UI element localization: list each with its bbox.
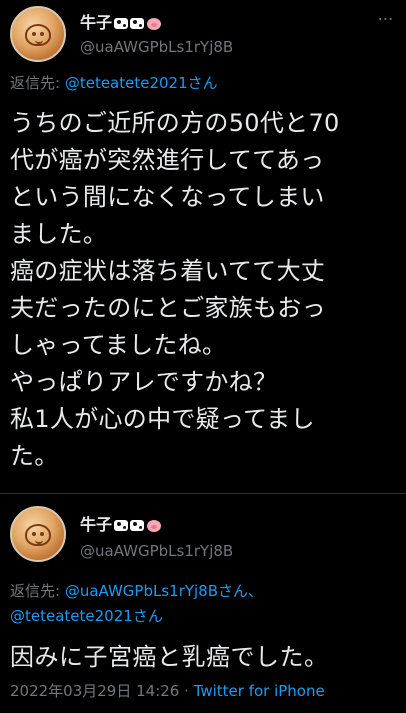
tweet-line: 夫だったのにとご家族もおっ (10, 294, 326, 322)
display-name-text: 牛子 (80, 515, 113, 534)
reply-context: 返信先: @uaAWGPbLs1rYj8Bさん、 (10, 580, 263, 601)
tweet-text: 因みに子宮癌と乳癌でした。 (10, 643, 329, 671)
reply-suffix: さん (187, 74, 218, 92)
tweet-line: しゃってましたね。 (10, 331, 227, 359)
more-options-icon[interactable]: ⋯ (376, 8, 396, 28)
timestamp[interactable]: 2022年03月29日 14:26 (10, 682, 179, 700)
cow-emoji-icon (130, 18, 145, 29)
reply-separator: さん、 (218, 582, 264, 600)
tweet-meta: 2022年03月29日 14:26 · Twitter for iPhone (10, 680, 325, 701)
reply-label: 返信先: (10, 74, 65, 92)
tweet-line: やっぱりアレですかね？ (10, 368, 278, 396)
display-name[interactable]: 牛子 (80, 511, 162, 535)
display-name-text: 牛子 (80, 13, 113, 32)
pig-emoji-icon (147, 519, 162, 532)
reply-label: 返信先: (10, 582, 65, 600)
tweet-line: という間になくなってしまい (10, 183, 325, 211)
avatar[interactable] (10, 6, 66, 62)
pig-emoji-icon (147, 17, 162, 30)
avatar-face-icon (25, 24, 51, 46)
tweet-line: うちのご近所の方の50代と70 (10, 109, 340, 137)
meta-separator: · (179, 682, 194, 700)
cow-emoji-icon (114, 18, 129, 29)
source-link[interactable]: Twitter for iPhone (194, 682, 325, 700)
tweet-line: た。 (10, 442, 59, 470)
tweet-line: 私1人が心の中で疑ってまし (10, 405, 315, 433)
user-handle[interactable]: @uaAWGPbLs1rYj8B (80, 38, 233, 56)
tweet-2[interactable]: 牛子 @uaAWGPbLs1rYj8B 返信先: @uaAWGPbLs1rYj8… (0, 494, 406, 713)
reply-suffix: さん (132, 607, 163, 625)
mention-link[interactable]: @uaAWGPbLs1rYj8B (65, 582, 218, 600)
mention-link[interactable]: @teteatete2021 (65, 74, 188, 92)
tweet-line: 代が癌が突然進行しててあっ (10, 146, 325, 174)
user-handle[interactable]: @uaAWGPbLs1rYj8B (80, 542, 233, 560)
tweet-1[interactable]: 牛子 @uaAWGPbLs1rYj8B ⋯ 返信先: @teteatete202… (0, 0, 406, 490)
avatar-face-icon (25, 524, 51, 546)
display-name[interactable]: 牛子 (80, 9, 162, 33)
tweet-line: ました。 (10, 220, 108, 248)
avatar[interactable] (10, 506, 66, 562)
cow-emoji-icon (114, 520, 129, 531)
mention-link[interactable]: @teteatete2021 (10, 607, 133, 625)
reply-context: 返信先: @teteatete2021さん (10, 72, 218, 93)
tweet-line: 癌の症状は落ち着いてて大丈 (10, 257, 326, 285)
cow-emoji-icon (130, 520, 145, 531)
reply-context-line2: @teteatete2021さん (10, 605, 163, 626)
